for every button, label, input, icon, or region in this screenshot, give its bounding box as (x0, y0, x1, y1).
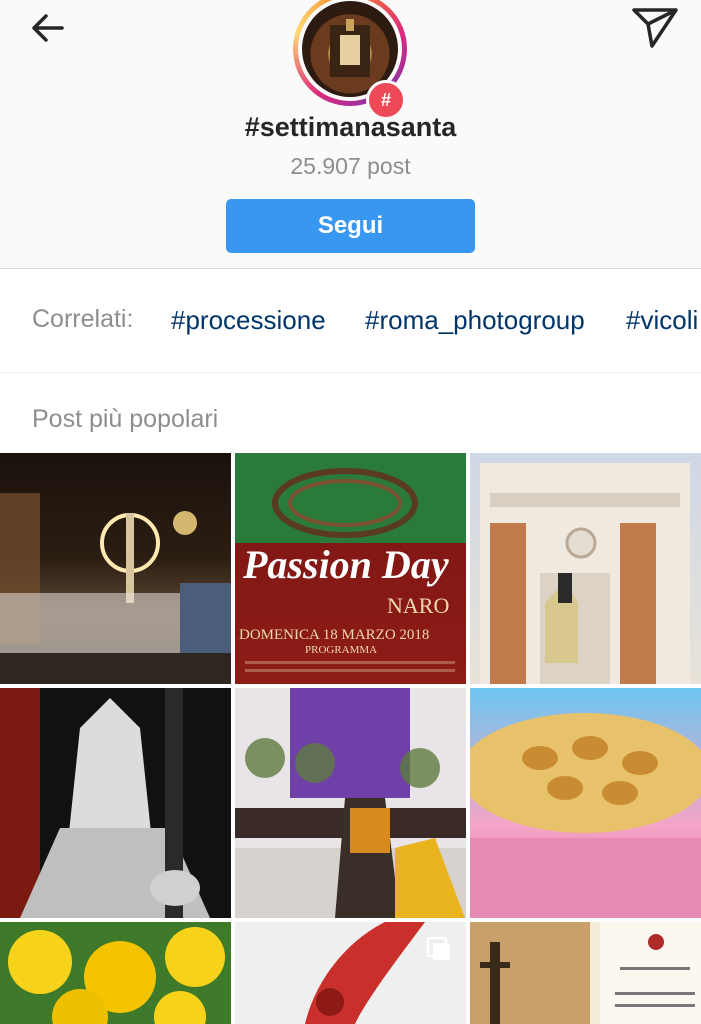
related-label: Correlati: (32, 305, 134, 333)
post-thumbnail-document[interactable] (470, 922, 701, 1024)
send-direct-icon[interactable] (628, 4, 682, 50)
post-thumbnail-church[interactable] (470, 453, 701, 684)
related-tag-processione[interactable]: #processione (171, 305, 326, 336)
post-thumbnail-yellow-flowers[interactable] (0, 922, 231, 1024)
hashtag-header: # #settimanasanta 25.907 post Segui (0, 0, 701, 269)
related-tag-roma-photogroup[interactable]: #roma_photogroup (365, 305, 585, 336)
post-thumbnail-procession[interactable] (0, 453, 231, 684)
poster-title: Passion Day (242, 542, 449, 587)
poster-town: NARO (387, 593, 449, 618)
multiple-photos-icon (426, 936, 452, 962)
related-tag-vicoli[interactable]: #vicoli (626, 305, 698, 336)
related-tags-bar[interactable]: Correlati: #processione #roma_photogroup… (0, 269, 701, 373)
post-thumbnail-bleeding-hand[interactable] (235, 922, 466, 1024)
post-count: 25.907 post (290, 153, 411, 179)
poster-date: DOMENICA 18 MARZO 2018 (239, 627, 429, 643)
post-thumbnail-passion-day[interactable]: Passion Day NARO DOMENICA 18 MARZO 2018 … (235, 453, 466, 684)
back-arrow-icon[interactable] (26, 10, 70, 46)
follow-button[interactable]: Segui (226, 199, 475, 253)
post-thumbnail-hooded-figure[interactable] (0, 688, 231, 918)
post-thumbnail-pastries[interactable] (470, 688, 701, 918)
poster-program: PROGRAMMA (305, 644, 377, 656)
hashtag-title: #settimanasanta (244, 112, 457, 142)
post-thumbnail-altar[interactable] (235, 688, 466, 918)
section-title-top-posts: Post più popolari (32, 405, 219, 433)
